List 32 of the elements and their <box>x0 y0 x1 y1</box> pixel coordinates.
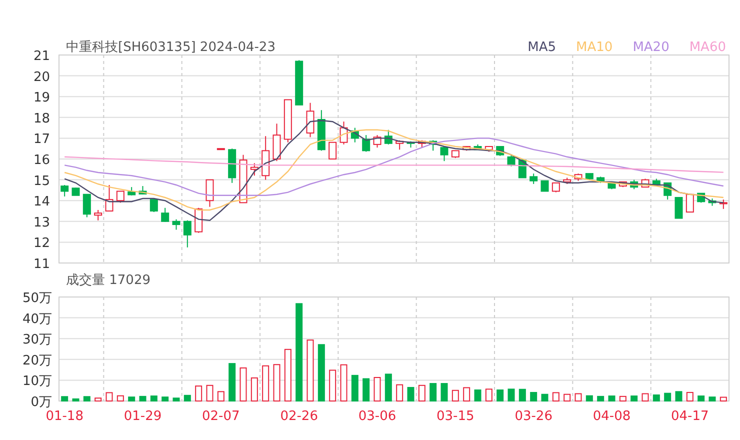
y-axis-label: 21 <box>33 50 50 64</box>
y-axis-label: 30万 <box>22 332 52 348</box>
y-axis-label: 12 <box>33 236 50 252</box>
y-axis-label: 13 <box>33 215 50 230</box>
x-axis-label: 03-26 <box>514 409 552 424</box>
x-axis-label: 02-07 <box>202 409 240 424</box>
volume-title: 成交量 17029 <box>66 272 150 289</box>
x-axis-label: 01-18 <box>46 409 84 424</box>
y-axis-label: 11 <box>33 257 50 270</box>
x-axis-label: 04-08 <box>592 409 631 424</box>
x-axis-label: 02-26 <box>280 409 318 424</box>
y-axis-label: 17 <box>33 132 50 148</box>
legend-label: MA60 <box>689 40 726 54</box>
y-axis-label: 19 <box>33 90 50 106</box>
x-axis-label: 01-29 <box>124 409 162 424</box>
y-axis-label: 15 <box>33 174 50 189</box>
y-axis-label: 10万 <box>22 374 52 390</box>
y-axis-label: 20万 <box>22 353 52 368</box>
y-axis-label: 20 <box>33 70 50 85</box>
y-axis-label: 14 <box>33 194 50 210</box>
y-axis-label: 0万 <box>30 395 52 410</box>
x-axis-label: 03-06 <box>358 409 396 424</box>
legend-label: MA10 <box>576 40 613 54</box>
chart-title: 中重科技[SH603135] 2024-04-23 <box>66 39 276 56</box>
x-axis-label: 04-17 <box>671 409 709 424</box>
y-axis-label: 40万 <box>22 312 52 327</box>
legend-label: MA5 <box>528 40 556 54</box>
y-axis-label: 50万 <box>22 291 52 306</box>
y-axis-label: 18 <box>33 111 50 126</box>
x-axis-label: 03-15 <box>436 409 474 424</box>
y-axis-label: 16 <box>33 153 50 168</box>
legend-label: MA20 <box>632 40 670 54</box>
